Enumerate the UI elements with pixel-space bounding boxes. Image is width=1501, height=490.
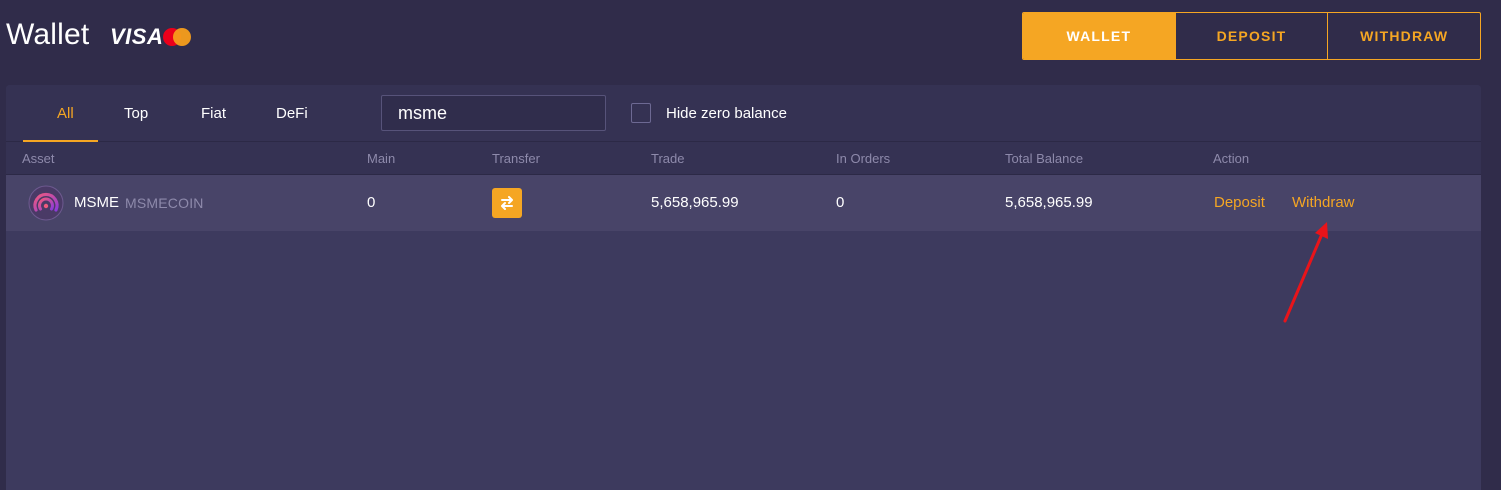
filter-tab-fiat[interactable]: Fiat	[201, 85, 226, 142]
tab-wallet[interactable]: WALLET	[1023, 13, 1175, 59]
column-main[interactable]: Main	[367, 142, 395, 175]
column-in-orders[interactable]: In Orders	[836, 142, 890, 175]
table-row: MSME MSMECOIN 0 5,658,965.99 0 5,658,965…	[6, 175, 1481, 231]
payment-logos: VISA	[110, 24, 195, 50]
withdraw-link[interactable]: Withdraw	[1292, 175, 1355, 231]
filter-bar: All Top Fiat DeFi Hide zero balance	[6, 85, 1481, 142]
asset-symbol: MSME	[74, 194, 119, 211]
page-title: Wallet	[6, 18, 90, 51]
deposit-link[interactable]: Deposit	[1214, 175, 1265, 231]
column-total-balance[interactable]: Total Balance	[1005, 142, 1083, 175]
main-balance: 0	[367, 194, 376, 211]
tab-withdraw[interactable]: WITHDRAW	[1327, 13, 1480, 59]
assets-panel: All Top Fiat DeFi Hide zero balance Asse…	[6, 85, 1481, 490]
transfer-arrows-icon	[501, 196, 513, 210]
column-trade[interactable]: Trade	[651, 142, 684, 175]
filter-tab-all[interactable]: All	[23, 85, 97, 142]
total-balance: 5,658,965.99	[1005, 194, 1093, 211]
wallet-nav-tabs: WALLET DEPOSIT WITHDRAW	[1022, 12, 1481, 60]
column-asset[interactable]: Asset	[22, 142, 55, 175]
asset-name: MSMECOIN	[125, 195, 204, 211]
hide-zero-balance-label: Hide zero balance	[666, 105, 787, 122]
tab-deposit[interactable]: DEPOSIT	[1174, 13, 1328, 59]
transfer-button[interactable]	[492, 188, 522, 218]
asset-search-input[interactable]	[381, 95, 606, 131]
trade-balance: 5,658,965.99	[651, 194, 739, 211]
visa-logo: VISA	[110, 24, 164, 49]
msme-coin-icon	[28, 185, 64, 221]
table-header: Asset Main Transfer Trade In Orders Tota…	[6, 142, 1481, 175]
column-action: Action	[1213, 151, 1250, 166]
column-transfer[interactable]: Transfer	[492, 142, 540, 175]
in-orders-balance: 0	[836, 194, 845, 211]
mastercard-logo	[161, 27, 195, 47]
filter-tab-top[interactable]: Top	[124, 85, 148, 142]
filter-tab-defi[interactable]: DeFi	[276, 85, 308, 142]
hide-zero-balance-checkbox[interactable]	[631, 103, 651, 123]
wallet-page: Wallet VISA WALLET DEPOSIT WITHDRAW All …	[0, 0, 1501, 490]
